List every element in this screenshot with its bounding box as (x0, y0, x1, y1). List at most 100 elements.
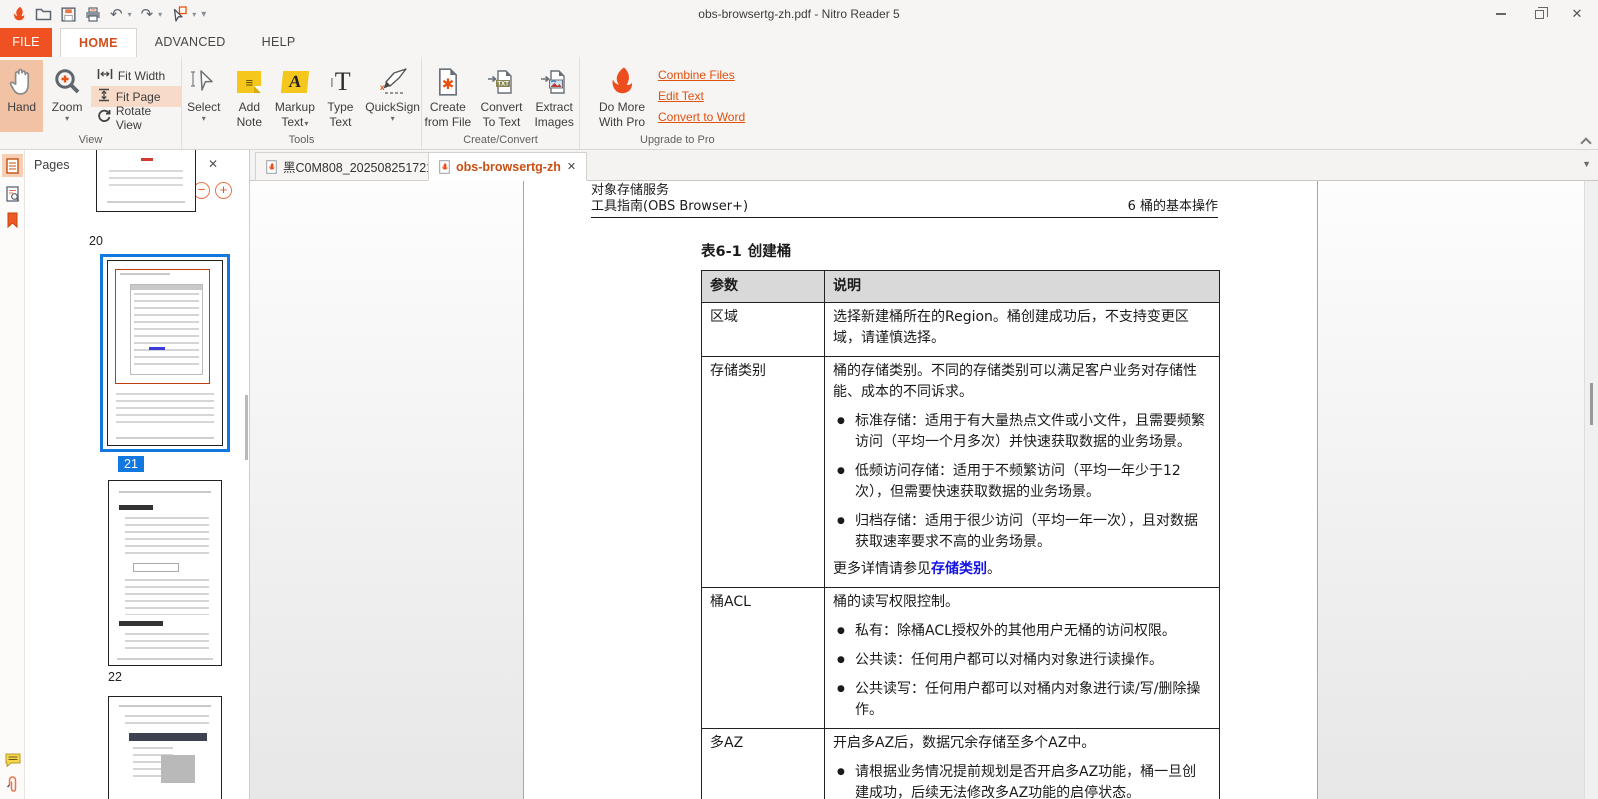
comment-icon (5, 753, 20, 767)
markup-text-button[interactable]: A Markup Text▾ (273, 60, 317, 132)
desc-cell: 选择新建桶所在的Region。桶创建成功后，不支持变更区域，请谨慎选择。 (824, 302, 1220, 357)
sidebar-scrollbar[interactable] (245, 395, 248, 460)
markup-text-icon: A (280, 64, 310, 100)
document-area: 黑C0M808_20250825172131 obs-browsertg-zh … (250, 150, 1598, 799)
window-controls: ✕ (1482, 0, 1596, 28)
sidebar-icon-strip (0, 150, 25, 799)
storage-class-link[interactable]: 存储类别 (931, 561, 987, 577)
table-row: 存储类别 桶的存储类别。不同的存储类别可以满足客户业务对存储性能、成本的不同诉求… (701, 356, 1220, 588)
thumbnail-label-21[interactable]: 21 (118, 456, 144, 472)
rotate-view-icon (97, 109, 111, 126)
scroll-down-icon[interactable]: ▼ (1582, 159, 1591, 169)
minus-icon: − (197, 182, 206, 197)
extract-images-button[interactable]: Extract Images (529, 60, 579, 132)
group-label-view: View (78, 134, 103, 146)
bookmarks-button[interactable] (2, 208, 23, 231)
page-search-button[interactable] (2, 182, 23, 205)
doc-header-chapter: 6 桶的基本操作 (1127, 199, 1218, 214)
pdf-file-icon (266, 159, 277, 174)
minimize-button[interactable] (1482, 0, 1520, 28)
tab-advanced[interactable]: ADVANCED (137, 28, 244, 57)
group-view: Hand Zoom ▾ Fit Width Fit Page Rotate Vi… (0, 57, 182, 149)
restore-button[interactable] (1520, 0, 1558, 28)
close-icon: ✕ (207, 157, 218, 171)
param-cell: 多AZ (701, 728, 825, 799)
convert-to-text-button[interactable]: TXT Convert To Text (476, 60, 528, 132)
hand-tool-button[interactable]: Hand (0, 60, 44, 132)
thumbnail-page-23[interactable] (108, 696, 222, 799)
fit-page-icon (97, 88, 111, 105)
ribbon: Hand Zoom ▾ Fit Width Fit Page Rotate Vi… (0, 57, 1598, 150)
window-title: obs-browsertg-zh.pdf - Nitro Reader 5 (698, 7, 900, 21)
close-window-button[interactable]: ✕ (1558, 0, 1596, 28)
nitro-reader-window: ↶ ▾ ↷ ▾ ▾ ▾ obs-browsertg-zh.pdf - Nitro… (0, 0, 1598, 799)
doc-tab-2-active[interactable]: obs-browsertg-zh ✕ (428, 152, 588, 181)
desc-cell: 桶的读写权限控制。 私有：除桶ACL授权外的其他用户无桶的访问权限。 公共读：任… (824, 587, 1220, 729)
pdf-page: 对象存储服务 工具指南(OBS Browser+) 6 桶的基本操作 表6-1 创… (523, 181, 1318, 799)
paperclip-icon (7, 776, 17, 792)
table-caption: 表6-1 创建桶 (701, 244, 792, 260)
table-row: 区域 选择新建桶所在的Region。桶创建成功后，不支持变更区域，请谨慎选择。 (701, 302, 1220, 357)
convert-to-word-link[interactable]: Convert to Word (658, 110, 745, 124)
group-label-create-convert: Create/Convert (463, 134, 538, 146)
attachments-button[interactable] (2, 773, 23, 796)
doc-header-guide: 工具指南(OBS Browser+) (591, 199, 749, 214)
minimize-icon (1496, 13, 1506, 15)
comments-button[interactable] (2, 748, 23, 771)
close-tab-button[interactable]: ✕ (567, 160, 576, 173)
group-label-upgrade-pro: Upgrade to Pro (640, 134, 715, 146)
zoom-tool-button[interactable]: Zoom ▾ (45, 60, 88, 132)
page-search-icon (5, 185, 19, 202)
type-text-icon: IT (330, 67, 351, 96)
tab-help[interactable]: HELP (244, 28, 314, 57)
create-from-file-icon (436, 64, 460, 100)
param-cell: 桶ACL (701, 587, 825, 729)
thumbnail-page-21-selected[interactable] (100, 254, 230, 452)
thumbnail-label-20[interactable]: 20 (46, 234, 146, 248)
tab-file[interactable]: FILE (0, 28, 52, 57)
rotate-view-button[interactable]: Rotate View (91, 104, 181, 132)
main-area: Pages ✕ − + 20 21 22 黑C0M808_20250825172… (0, 150, 1598, 799)
col-header-desc: 说明 (824, 270, 1220, 303)
param-cell: 存储类别 (701, 356, 825, 588)
thumbnail-zoom-in-button[interactable]: + (215, 182, 232, 199)
type-text-button[interactable]: IT Type Text (319, 60, 363, 132)
fit-width-icon (97, 68, 113, 83)
combine-files-link[interactable]: Combine Files (658, 68, 745, 82)
tab-home[interactable]: HOME (60, 28, 137, 57)
thumbnail-page-20[interactable] (96, 150, 196, 212)
doc-tab-label: 黑C0M808_20250825172131 (283, 161, 448, 175)
markup-dropdown-icon: ▾ (304, 119, 309, 128)
thumbnail-label-22[interactable]: 22 (58, 670, 172, 684)
quicksign-dropdown-icon: ▾ (390, 114, 395, 123)
close-icon: ✕ (1571, 6, 1583, 21)
zoom-icon (52, 64, 82, 100)
add-note-button[interactable]: ≡ Add Note (228, 60, 272, 132)
document-scrollbar-thumb[interactable] (1590, 383, 1593, 425)
document-scrollbar[interactable] (1584, 181, 1598, 799)
table-header-row: 参数 说明 (701, 270, 1220, 303)
restore-icon (1534, 6, 1548, 19)
quicksign-button[interactable]: x QuickSign ▾ (364, 60, 421, 132)
extract-images-icon (540, 64, 568, 100)
svg-text:x: x (380, 83, 385, 92)
do-more-with-pro-button[interactable]: Do More With Pro (594, 60, 650, 132)
title-bar: ↶ ▾ ↷ ▾ ▾ ▾ obs-browsertg-zh.pdf - Nitro… (0, 0, 1598, 28)
select-button[interactable]: Select ▾ (182, 60, 226, 132)
pages-panel-button[interactable] (2, 154, 23, 177)
ribbon-tab-bar: FILE HOME ADVANCED HELP (0, 28, 1598, 57)
select-dropdown-icon: ▾ (201, 114, 206, 123)
param-cell: 区域 (701, 302, 825, 357)
edit-text-link[interactable]: Edit Text (658, 89, 745, 103)
create-bucket-table: 参数 说明 区域 选择新建桶所在的Region。桶创建成功后，不支持变更区域，请… (701, 270, 1220, 799)
thumbnail-page-22[interactable] (108, 480, 222, 666)
create-from-file-button[interactable]: Create from File (422, 60, 474, 132)
collapse-ribbon-button[interactable] (1581, 136, 1590, 145)
select-icon (189, 64, 219, 100)
document-canvas[interactable]: 对象存储服务 工具指南(OBS Browser+) 6 桶的基本操作 表6-1 创… (250, 181, 1584, 799)
nitro-pro-icon (608, 64, 636, 100)
desc-cell: 开启多AZ后，数据冗余存储至多个AZ中。 请根据业务情况提前规划是否开启多AZ功… (824, 728, 1220, 799)
group-label-tools: Tools (288, 134, 315, 146)
fit-width-button[interactable]: Fit Width (91, 65, 181, 86)
pages-panel-close-button[interactable]: ✕ (208, 157, 218, 171)
